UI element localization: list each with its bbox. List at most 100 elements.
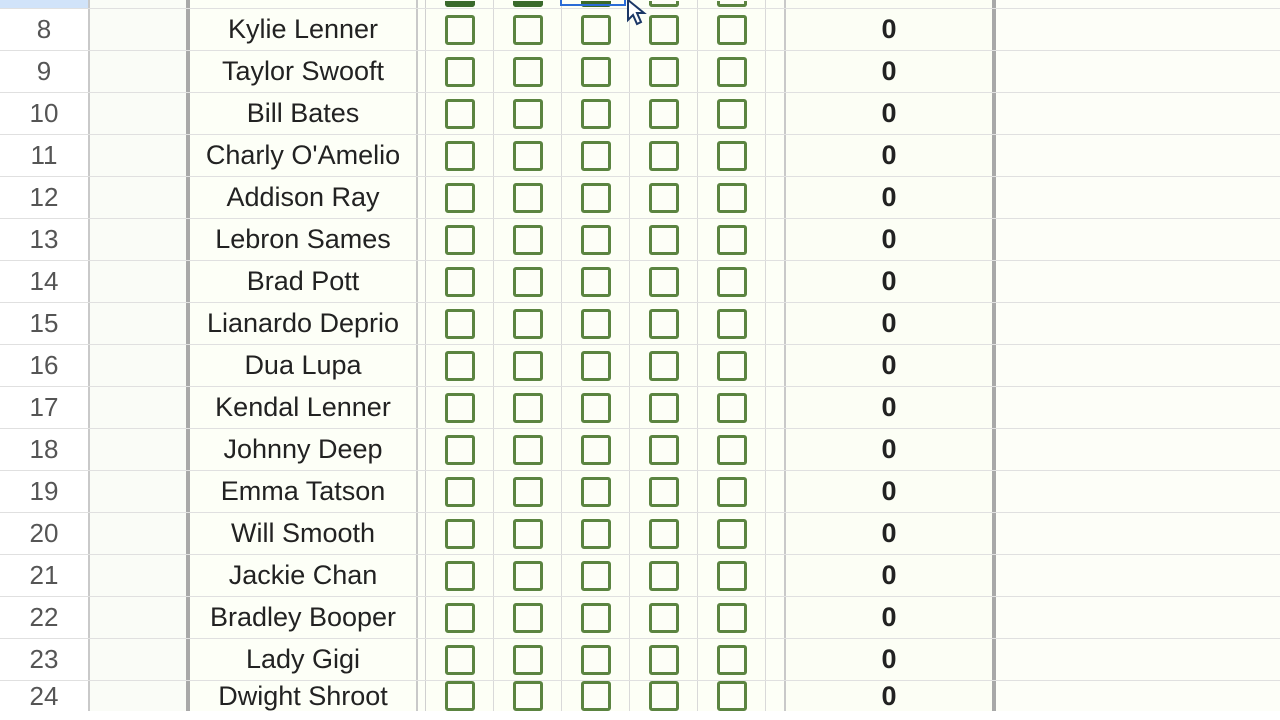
- checkbox-icon[interactable]: [513, 519, 543, 549]
- score-cell[interactable]: 0: [786, 387, 996, 428]
- check-cell[interactable]: [494, 177, 562, 218]
- score-cell[interactable]: 0: [786, 471, 996, 512]
- name-cell[interactable]: Lebron Sames: [190, 219, 418, 260]
- check-cell[interactable]: [562, 177, 630, 218]
- check-cell[interactable]: [630, 261, 698, 302]
- checkbox-icon[interactable]: [649, 561, 679, 591]
- check-cell[interactable]: [698, 177, 766, 218]
- checkbox-icon[interactable]: [581, 309, 611, 339]
- checkbox-icon[interactable]: [649, 519, 679, 549]
- row-number[interactable]: 24: [0, 681, 90, 711]
- check-cell[interactable]: [630, 177, 698, 218]
- empty-cell[interactable]: [996, 9, 1280, 50]
- checkbox-icon[interactable]: [717, 225, 747, 255]
- empty-cell[interactable]: [996, 471, 1280, 512]
- check-cell[interactable]: [494, 303, 562, 344]
- checkbox-icon[interactable]: [717, 15, 747, 45]
- check-cell[interactable]: [494, 93, 562, 134]
- row-number[interactable]: 11: [0, 135, 90, 176]
- check-cell[interactable]: [426, 513, 494, 554]
- score-cell[interactable]: 0: [786, 681, 996, 711]
- empty-cell[interactable]: [996, 345, 1280, 386]
- check-cell[interactable]: [494, 9, 562, 50]
- name-cell[interactable]: Bradley Booper: [190, 597, 418, 638]
- checkbox-icon[interactable]: [445, 141, 475, 171]
- name-cell[interactable]: Dua Lupa: [190, 345, 418, 386]
- checkbox-icon[interactable]: [649, 309, 679, 339]
- row-number[interactable]: 23: [0, 639, 90, 680]
- checkbox-icon[interactable]: [513, 681, 543, 711]
- checkbox-icon[interactable]: [445, 435, 475, 465]
- checkbox-icon[interactable]: [445, 267, 475, 297]
- check-cell[interactable]: [698, 639, 766, 680]
- row-number[interactable]: 19: [0, 471, 90, 512]
- row-number[interactable]: [0, 0, 90, 8]
- check-cell[interactable]: [630, 0, 698, 8]
- checkbox-icon[interactable]: [717, 603, 747, 633]
- checkbox-icon[interactable]: [649, 141, 679, 171]
- row-number[interactable]: 20: [0, 513, 90, 554]
- check-cell[interactable]: [494, 681, 562, 711]
- check-cell[interactable]: [698, 681, 766, 711]
- score-cell[interactable]: 0: [786, 219, 996, 260]
- check-cell[interactable]: [562, 597, 630, 638]
- check-cell[interactable]: [630, 303, 698, 344]
- check-cell[interactable]: [426, 345, 494, 386]
- table-row[interactable]: 21Jackie Chan0: [0, 555, 1280, 597]
- checkbox-icon[interactable]: [717, 681, 747, 711]
- empty-cell[interactable]: [996, 219, 1280, 260]
- row-number[interactable]: 10: [0, 93, 90, 134]
- checkbox-icon[interactable]: [445, 561, 475, 591]
- check-cell[interactable]: [698, 345, 766, 386]
- row-number[interactable]: 14: [0, 261, 90, 302]
- checkbox-icon[interactable]: [649, 603, 679, 633]
- checkbox-icon[interactable]: [717, 519, 747, 549]
- empty-cell[interactable]: [996, 597, 1280, 638]
- table-row[interactable]: 14Brad Pott0: [0, 261, 1280, 303]
- check-cell[interactable]: [698, 0, 766, 8]
- empty-cell[interactable]: [996, 0, 1280, 8]
- checkbox-icon[interactable]: [445, 351, 475, 381]
- score-cell[interactable]: 0: [786, 513, 996, 554]
- checkbox-icon[interactable]: [513, 477, 543, 507]
- checkbox-icon[interactable]: [649, 99, 679, 129]
- table-row[interactable]: 8Kylie Lenner0: [0, 9, 1280, 51]
- checkbox-icon[interactable]: [649, 57, 679, 87]
- checkbox-icon[interactable]: [445, 681, 475, 711]
- check-cell[interactable]: [494, 471, 562, 512]
- check-cell[interactable]: [494, 135, 562, 176]
- checkbox-icon[interactable]: [717, 141, 747, 171]
- check-cell[interactable]: [630, 93, 698, 134]
- score-cell[interactable]: 0: [786, 429, 996, 470]
- check-cell[interactable]: [562, 135, 630, 176]
- checkbox-icon[interactable]: [717, 645, 747, 675]
- check-cell[interactable]: [562, 555, 630, 596]
- table-row[interactable]: 16Dua Lupa0: [0, 345, 1280, 387]
- check-cell[interactable]: [698, 219, 766, 260]
- check-cell[interactable]: [698, 429, 766, 470]
- row-number[interactable]: 8: [0, 9, 90, 50]
- row-number[interactable]: 17: [0, 387, 90, 428]
- checkbox-icon[interactable]: [513, 435, 543, 465]
- checkbox-icon[interactable]: [649, 351, 679, 381]
- checkbox-icon[interactable]: [649, 645, 679, 675]
- checkbox-icon[interactable]: [513, 351, 543, 381]
- table-row[interactable]: 13Lebron Sames0: [0, 219, 1280, 261]
- check-cell[interactable]: [630, 639, 698, 680]
- checkbox-icon[interactable]: [717, 267, 747, 297]
- score-cell[interactable]: 0: [786, 555, 996, 596]
- checkbox-icon[interactable]: [649, 183, 679, 213]
- empty-cell[interactable]: [996, 51, 1280, 92]
- check-cell[interactable]: [630, 471, 698, 512]
- empty-cell[interactable]: [996, 555, 1280, 596]
- check-cell[interactable]: [630, 555, 698, 596]
- table-row[interactable]: 15Lianardo Deprio0: [0, 303, 1280, 345]
- checkbox-icon[interactable]: [513, 141, 543, 171]
- empty-cell[interactable]: [996, 135, 1280, 176]
- checkbox-icon[interactable]: [717, 183, 747, 213]
- check-cell[interactable]: [426, 135, 494, 176]
- check-cell[interactable]: [494, 387, 562, 428]
- checkbox-icon[interactable]: [717, 435, 747, 465]
- score-cell[interactable]: 0: [786, 9, 996, 50]
- checkbox-icon[interactable]: [649, 477, 679, 507]
